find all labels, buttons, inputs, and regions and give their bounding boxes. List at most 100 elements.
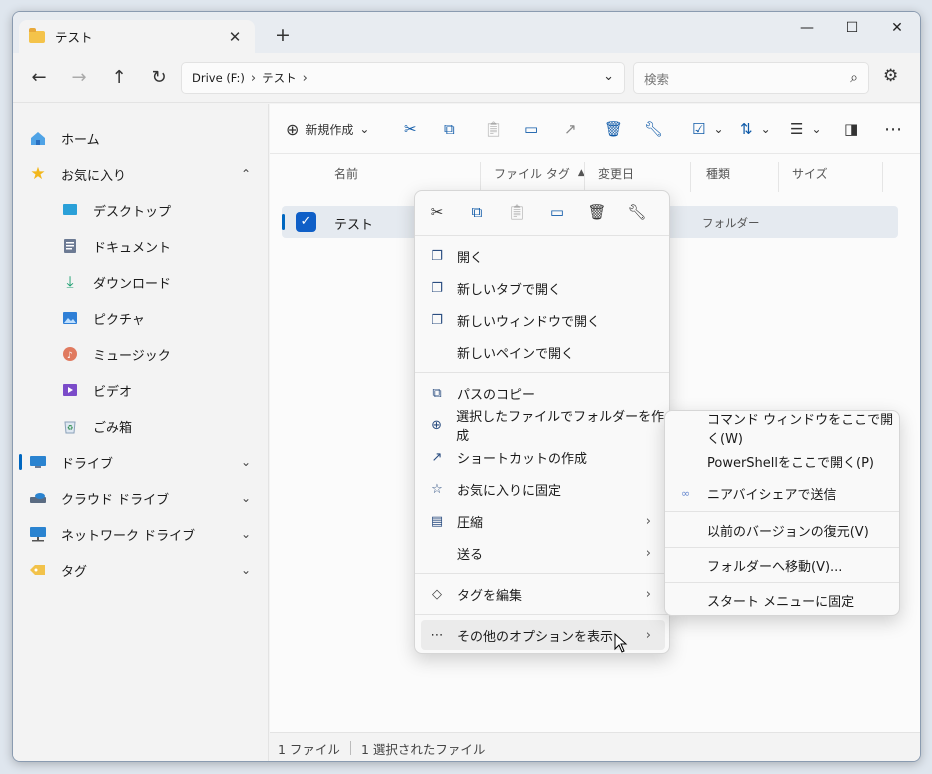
breadcrumb-separator-icon[interactable]: ›	[251, 71, 256, 86]
column-divider[interactable]	[882, 162, 883, 192]
menu-item-open[interactable]: ❐ 開く	[421, 241, 665, 271]
chevron-up-icon[interactable]: ⌃	[241, 167, 251, 181]
select-button[interactable]: ☑ ⌄	[692, 117, 724, 141]
menu-item-send-to[interactable]: 送る ›	[421, 538, 665, 568]
sidebar-item-favorites[interactable]: ★ お気に入り ⌃	[13, 158, 269, 190]
view-button[interactable]: ☰ ⌄	[790, 117, 822, 141]
chevron-down-icon[interactable]: ⌄	[241, 455, 251, 469]
share-icon: ↗	[564, 120, 577, 138]
share-button[interactable]: ↗	[564, 117, 577, 141]
folder-icon	[29, 27, 45, 43]
column-divider[interactable]	[690, 162, 691, 192]
home-icon	[29, 129, 47, 147]
more-button[interactable]: ⋯	[884, 117, 902, 141]
copy-icon[interactable]: ⧉	[467, 203, 487, 221]
column-header-modified[interactable]: 変更日	[598, 154, 634, 192]
column-divider[interactable]	[778, 162, 779, 192]
menu-item-show-more-options[interactable]: ⋯ その他のオプションを表示 ›	[421, 620, 665, 650]
maximize-button[interactable]: ☐	[829, 12, 875, 44]
paste-button[interactable]: 📋︎	[484, 117, 503, 141]
menu-item-open-new-window[interactable]: ❐ 新しいウィンドウで開く	[421, 305, 665, 335]
menu-item-create-folder-from-selection[interactable]: ⊕ 選択したファイルでフォルダーを作成	[421, 410, 665, 444]
search-icon[interactable]: ⌕	[850, 70, 858, 86]
submenu-item-pin-to-start[interactable]: スタート メニューに固定	[665, 585, 899, 615]
add-circle-icon: ⊕	[286, 119, 300, 139]
paste-icon: 📋︎	[484, 120, 504, 138]
row-checkbox[interactable]: ✓	[296, 212, 316, 232]
back-button[interactable]: ←	[26, 66, 52, 90]
wrench-icon[interactable]: 🔧︎	[627, 203, 647, 221]
paste-icon[interactable]: 📋︎	[507, 203, 527, 221]
breadcrumb-separator-icon[interactable]: ›	[303, 71, 308, 86]
address-dropdown-icon[interactable]: ⌄	[603, 69, 614, 84]
sidebar-item-downloads[interactable]: ⤓ ダウンロード	[13, 266, 269, 298]
sidebar-item-home[interactable]: ホーム	[13, 122, 269, 154]
search-input[interactable]: 検索 ⌕	[633, 62, 869, 94]
submenu-item-nearby-share[interactable]: ∞ ニアバイシェアで送信	[665, 478, 899, 508]
address-bar[interactable]: Drive (F:) › テスト › ⌄	[181, 62, 625, 94]
column-header-size[interactable]: サイズ	[792, 154, 828, 192]
submenu-item-label: コマンド ウィンドウをここで開く(W)	[707, 413, 894, 447]
sidebar-item-pictures[interactable]: ピクチャ	[13, 302, 269, 334]
menu-item-create-shortcut[interactable]: ↗ ショートカットの作成	[421, 442, 665, 472]
new-button-label: 新規作成	[305, 122, 354, 137]
column-header-label: サイズ	[792, 166, 828, 181]
chevron-right-icon: ›	[645, 586, 651, 602]
new-button[interactable]: ⊕ 新規作成 ⌄	[286, 117, 369, 141]
column-divider[interactable]	[584, 162, 585, 192]
menu-item-open-new-pane[interactable]: 新しいペインで開く	[421, 337, 665, 367]
rename-button[interactable]: ▭	[524, 117, 538, 141]
column-divider[interactable]	[480, 162, 481, 192]
rename-icon[interactable]: ▭	[547, 203, 567, 221]
copy-button[interactable]: ⧉	[444, 117, 455, 141]
sidebar-item-documents[interactable]: ドキュメント	[13, 230, 269, 262]
submenu-item-move-to-folder[interactable]: フォルダーへ移動(V)...	[665, 550, 899, 580]
refresh-button[interactable]: ↻	[146, 66, 172, 90]
chevron-down-icon[interactable]: ⌄	[241, 563, 251, 577]
breadcrumb-folder[interactable]: テスト	[262, 70, 297, 86]
column-header-name[interactable]: 名前	[334, 154, 358, 192]
breadcrumb-drive[interactable]: Drive (F:)	[192, 71, 245, 85]
menu-item-open-new-tab[interactable]: ❐ 新しいタブで開く	[421, 273, 665, 303]
sort-button[interactable]: ⇅ ⌄	[740, 117, 771, 141]
menu-item-edit-tags[interactable]: ◇ タグを編集 ›	[421, 579, 665, 609]
scissors-icon[interactable]: ✂	[427, 203, 447, 221]
sidebar-item-tags[interactable]: タグ ⌄	[13, 554, 269, 586]
submenu-item-label: 以前のバージョンの復元(V)	[707, 524, 869, 540]
trash-icon[interactable]: 🗑︎	[587, 203, 607, 221]
forward-button[interactable]: →	[66, 66, 92, 90]
submenu-item-open-command-window[interactable]: コマンド ウィンドウをここで開く(W)	[665, 413, 899, 447]
close-window-button[interactable]: ✕	[874, 12, 920, 44]
column-header-file-tags[interactable]: ファイル タグ ▲	[494, 154, 585, 192]
nearby-share-icon: ∞	[681, 486, 691, 500]
up-button[interactable]: ↑	[106, 66, 132, 90]
sidebar-item-recycle-bin[interactable]: ♻ ごみ箱	[13, 410, 269, 442]
settings-gear-icon[interactable]: ⚙	[883, 66, 898, 86]
properties-button[interactable]: 🔧︎	[644, 117, 663, 141]
sidebar-item-music[interactable]: ♪ ミュージック	[13, 338, 269, 370]
chevron-down-icon[interactable]: ⌄	[241, 527, 251, 541]
submenu-item-open-powershell[interactable]: PowerShellをここで開く(P)	[665, 446, 899, 476]
minimize-button[interactable]: —	[784, 12, 830, 44]
column-header-type[interactable]: 種類	[706, 154, 730, 192]
music-icon: ♪	[61, 345, 79, 363]
menu-item-pin-favorites[interactable]: ☆ お気に入りに固定	[421, 474, 665, 504]
chevron-down-icon[interactable]: ⌄	[241, 491, 251, 505]
desktop-icon	[61, 201, 79, 219]
sidebar-item-drives[interactable]: ドライブ ⌄	[13, 446, 269, 478]
rename-icon: ▭	[524, 120, 539, 138]
cut-button[interactable]: ✂	[404, 117, 417, 141]
tab-test[interactable]: テスト ✕	[19, 20, 255, 53]
submenu-item-restore-previous-versions[interactable]: 以前のバージョンの復元(V)	[665, 515, 899, 545]
sidebar-item-network-drives[interactable]: ネットワーク ドライブ ⌄	[13, 518, 269, 550]
preview-pane-button[interactable]: ◨	[844, 117, 858, 141]
sidebar-item-desktop[interactable]: デスクトップ	[13, 194, 269, 226]
menu-item-compress[interactable]: ▤ 圧縮 ›	[421, 506, 665, 536]
menu-item-copy-path[interactable]: ⧉ パスのコピー	[421, 378, 665, 408]
status-file-count: 1 ファイル	[278, 741, 340, 757]
tab-close-icon[interactable]: ✕	[225, 28, 245, 46]
sidebar-item-videos[interactable]: ビデオ	[13, 374, 269, 406]
new-tab-button[interactable]: +	[271, 24, 295, 46]
sidebar-item-cloud-drives[interactable]: クラウド ドライブ ⌄	[13, 482, 269, 514]
delete-button[interactable]: 🗑︎	[604, 117, 623, 141]
